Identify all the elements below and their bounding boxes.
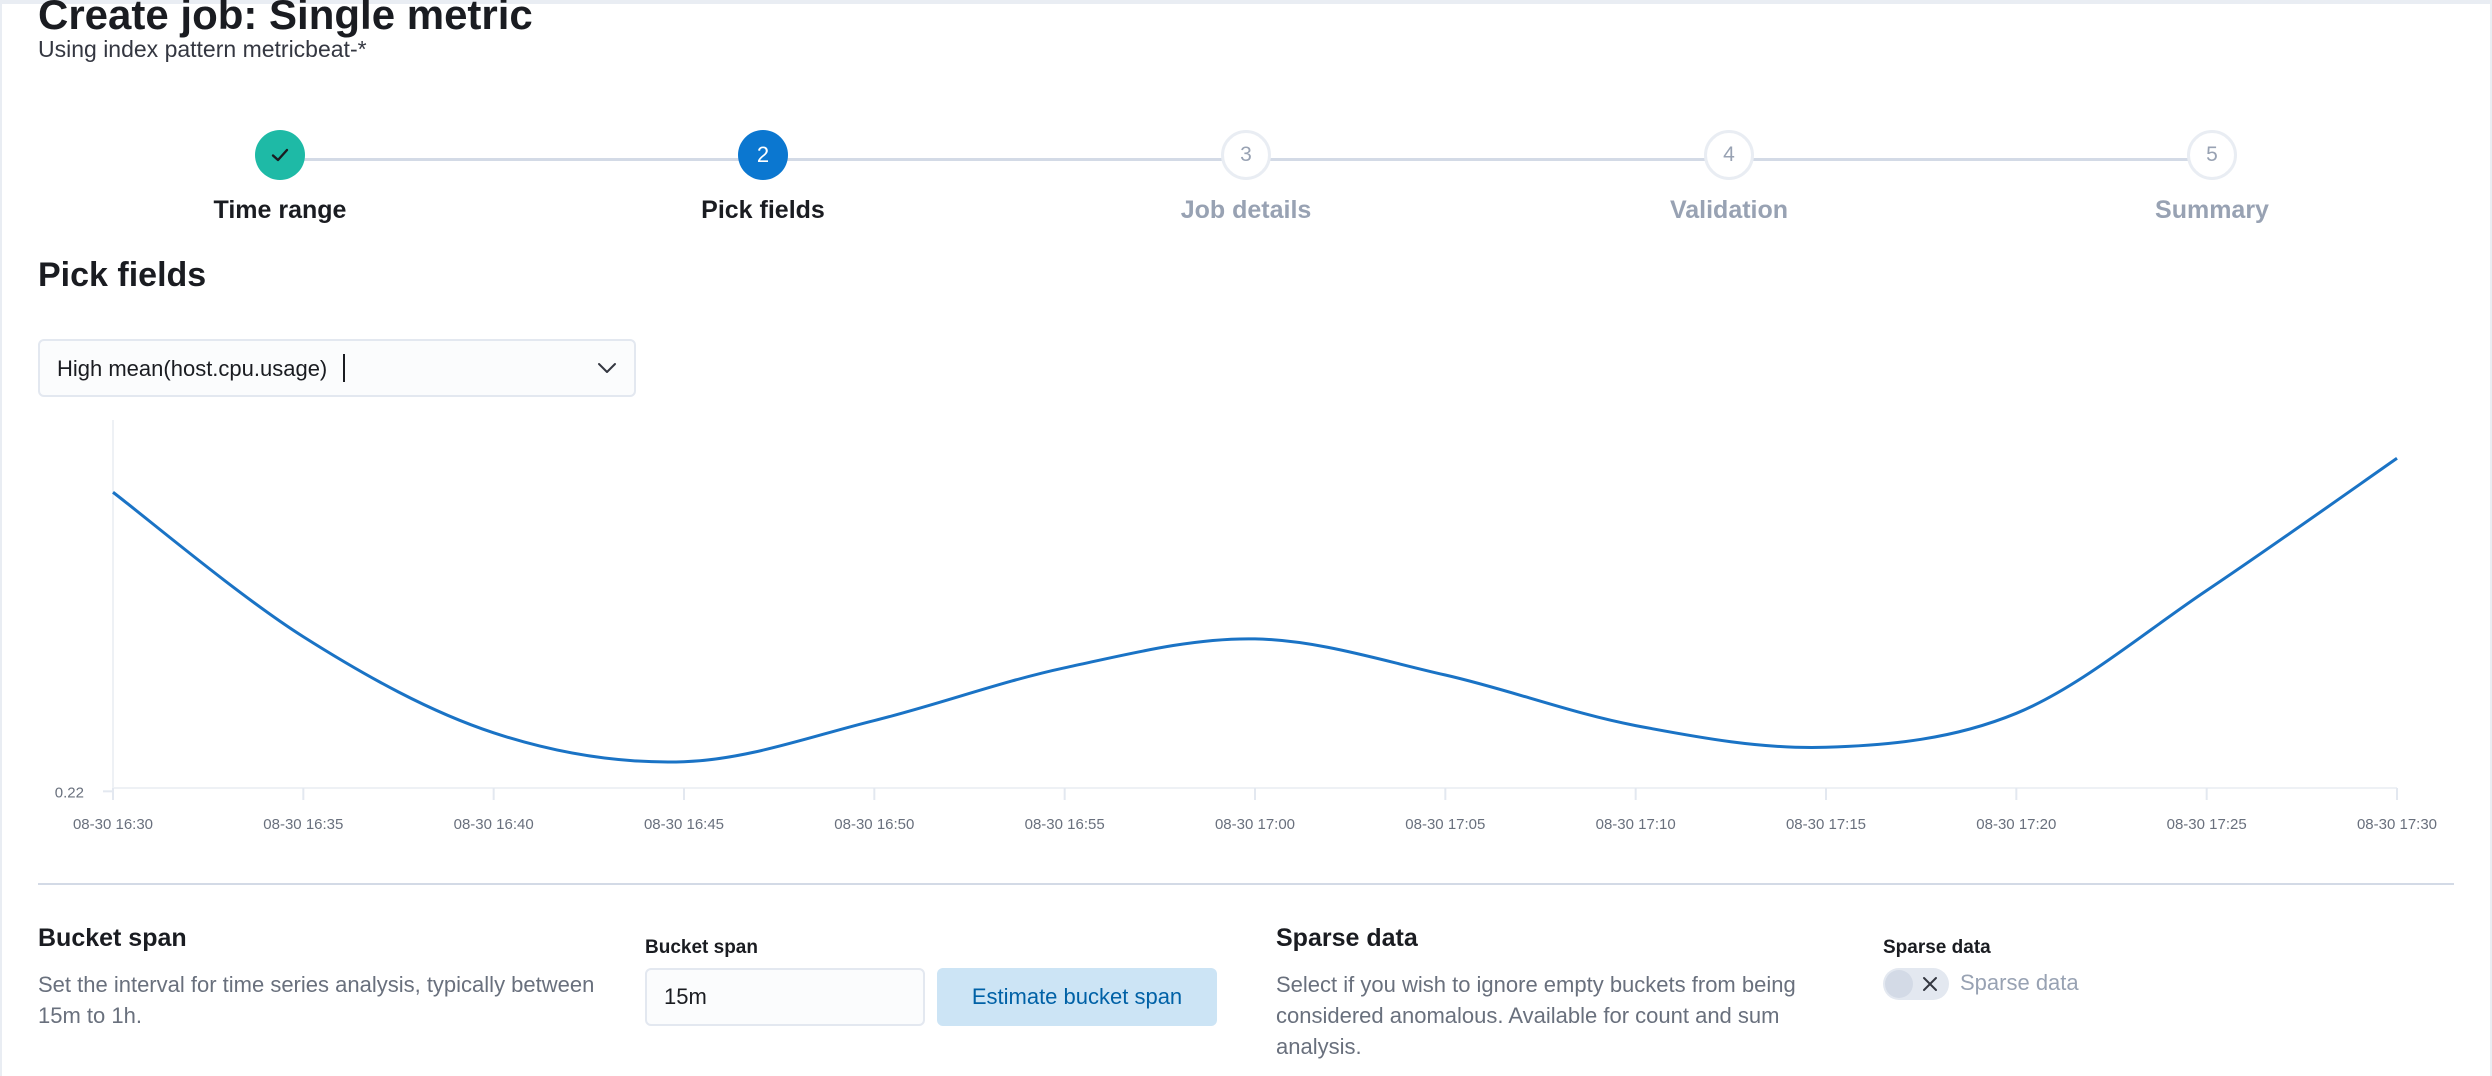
step-complete-indicator (255, 130, 305, 180)
step-validation[interactable]: 4 Validation (1579, 130, 1879, 225)
step-label: Pick fields (701, 196, 825, 224)
section-title-pick-fields: Pick fields (38, 256, 207, 294)
metric-line-chart: 08-30 16:30 08-30 16:35 08-30 16:40 08-30 1… (55, 420, 2437, 833)
x-tick-label: 08-30 17:30 (2357, 816, 2437, 833)
x-tick-label: 08-30 17:10 (1596, 816, 1676, 833)
x-tick-label: 08-30 16:40 (454, 816, 534, 833)
check-icon (271, 148, 289, 162)
sparse-data-field-label: Sparse data (1883, 937, 1991, 958)
page-title: Create job: Single metric (38, 0, 533, 38)
estimate-bucket-span-button[interactable]: Estimate bucket span (937, 968, 1217, 1026)
x-tick-label: 08-30 16:45 (644, 816, 724, 833)
page-subtitle: Using index pattern metricbeat-* (38, 36, 367, 62)
step-number: 2 (738, 130, 788, 180)
bucket-span-title: Bucket span (38, 924, 187, 952)
sparse-data-description: Select if you wish to ignore empty bucke… (1276, 972, 1796, 1059)
step-number: 5 (2187, 130, 2237, 180)
step-summary[interactable]: 5 Summary (2062, 130, 2362, 225)
step-pick-fields[interactable]: 2 Pick fields (613, 130, 913, 225)
section-divider (38, 883, 2454, 885)
step-label: Validation (1669, 196, 1789, 224)
x-tick-label: 08-30 16:55 (1025, 816, 1105, 833)
step-job-details[interactable]: 3 Job details (1096, 130, 1396, 225)
selected-field-value: High mean(host.cpu.usage) (57, 356, 328, 381)
x-tick-label: 08-30 16:50 (834, 816, 914, 833)
y-tick-label: 0.22 (55, 784, 84, 801)
step-label: Summary (2155, 196, 2269, 224)
step-label: Job details (1180, 196, 1312, 224)
x-tick-label: 08-30 17:20 (1976, 816, 2056, 833)
step-time-range[interactable]: Time range (130, 130, 430, 225)
sparse-data-title: Sparse data (1276, 924, 1418, 952)
step-number: 3 (1221, 130, 1271, 180)
x-tick-label: 08-30 16:30 (73, 816, 153, 833)
x-tick-label: 08-30 16:35 (263, 816, 343, 833)
x-tick-label: 08-30 17:00 (1215, 816, 1295, 833)
x-tick-label: 08-30 17:15 (1786, 816, 1866, 833)
chevron-down-icon[interactable] (594, 355, 620, 381)
x-tick-label: 08-30 17:25 (2167, 816, 2247, 833)
field-select-combobox[interactable]: High mean(host.cpu.usage) (38, 339, 636, 397)
sparse-data-toggle-label: Sparse data (1960, 970, 2079, 995)
bucket-span-description: Set the interval for time series analysi… (38, 972, 595, 1028)
x-tick-label: 08-30 17:05 (1405, 816, 1485, 833)
series-line (112, 457, 2398, 764)
toggle-knob (1885, 970, 1913, 998)
close-icon (1923, 977, 1937, 991)
text-cursor (343, 354, 345, 382)
bucket-span-field-label: Bucket span (645, 937, 758, 958)
wizard-steps: Time range 2 Pick fields 3 Job details 4… (0, 130, 2492, 240)
bucket-span-input[interactable] (645, 968, 925, 1026)
step-label: Time range (213, 196, 347, 224)
sparse-data-toggle[interactable] (1883, 968, 1949, 1000)
step-number: 4 (1704, 130, 1754, 180)
